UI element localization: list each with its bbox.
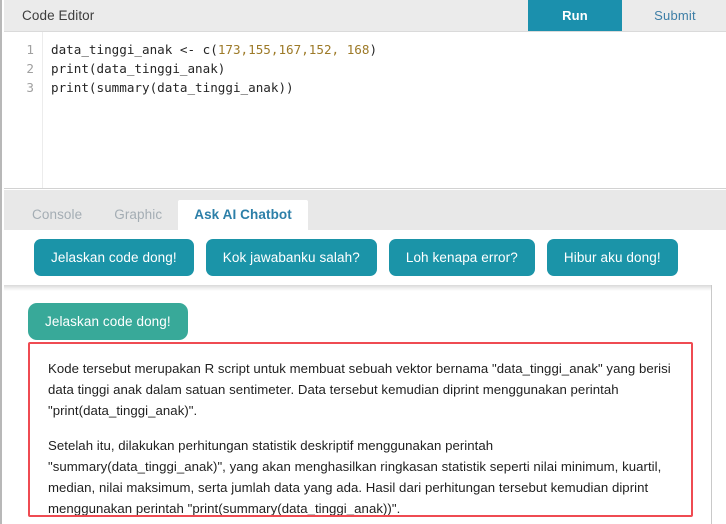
code-numeric-literals: 173,155,167,152, 168 [217,42,370,57]
line-number: 1 [26,42,34,57]
quick-actions-row: Jelaskan code dong! Kok jawabanku salah? L… [4,230,726,285]
line-number: 2 [26,61,34,76]
tab-console[interactable]: Console [16,200,98,230]
code-editor-app: Code Editor Run Submit 1 data_tinggi_anak… [0,0,726,524]
tab-graphic[interactable]: Graphic [98,200,178,230]
user-message-bubble: Jelaskan code dong! [28,303,188,340]
gutter-divider [42,32,43,188]
quick-action-button-4[interactable]: Hibur aku dong! [546,239,678,276]
code-segment: print(summary(data_tinggi_anak)) [51,80,294,95]
code-segment: print(data_tinggi_anak) [51,61,226,76]
code-line: 3 print(summary(data_tinggi_anak)) [4,78,726,97]
code-text-area[interactable]: 1 data_tinggi_anak <- c(173,155,167,152, … [4,32,726,97]
page-title: Code Editor [22,8,95,23]
ai-reply-paragraph: Setelah itu, dilakukan perhitungan stati… [48,438,662,516]
line-number: 3 [26,80,34,95]
quick-action-button-2[interactable]: Kok jawabanku salah? [205,239,377,276]
code-segment: data_tinggi_anak <- c( [51,42,218,57]
code-line-text: print(data_tinggi_anak) [42,59,225,78]
output-tabbar: Console Graphic Ask AI Chatbot [4,190,726,230]
code-line-text: print(summary(data_tinggi_anak)) [42,78,294,97]
code-line: 2 print(data_tinggi_anak) [4,59,726,78]
tab-ask-ai-chatbot[interactable]: Ask AI Chatbot [178,200,308,230]
quick-action-button-3[interactable]: Loh kenapa error? [388,239,535,276]
ai-reply-paragraph: Kode tersebut merupakan R script untuk m… [48,361,671,418]
quick-action-button-1[interactable]: Jelaskan code dong! [34,239,194,276]
run-button[interactable]: Run [528,0,622,31]
submit-button[interactable]: Submit [622,0,726,31]
code-line-text: data_tinggi_anak <- c(173,155,167,152, 1… [42,40,377,59]
editor-header: Code Editor Run Submit [4,0,726,32]
code-line: 1 data_tinggi_anak <- c(173,155,167,152, … [4,40,726,59]
vertical-scrollbar-track[interactable] [711,285,726,524]
chat-panel: Jelaskan code dong! Kode tersebut merupa… [4,291,713,524]
ai-reply-box: Kode tersebut merupakan R script untuk m… [28,342,693,517]
code-editor-pane[interactable]: 1 data_tinggi_anak <- c(173,155,167,152, … [4,32,726,189]
code-segment-tail: ) [369,42,378,57]
